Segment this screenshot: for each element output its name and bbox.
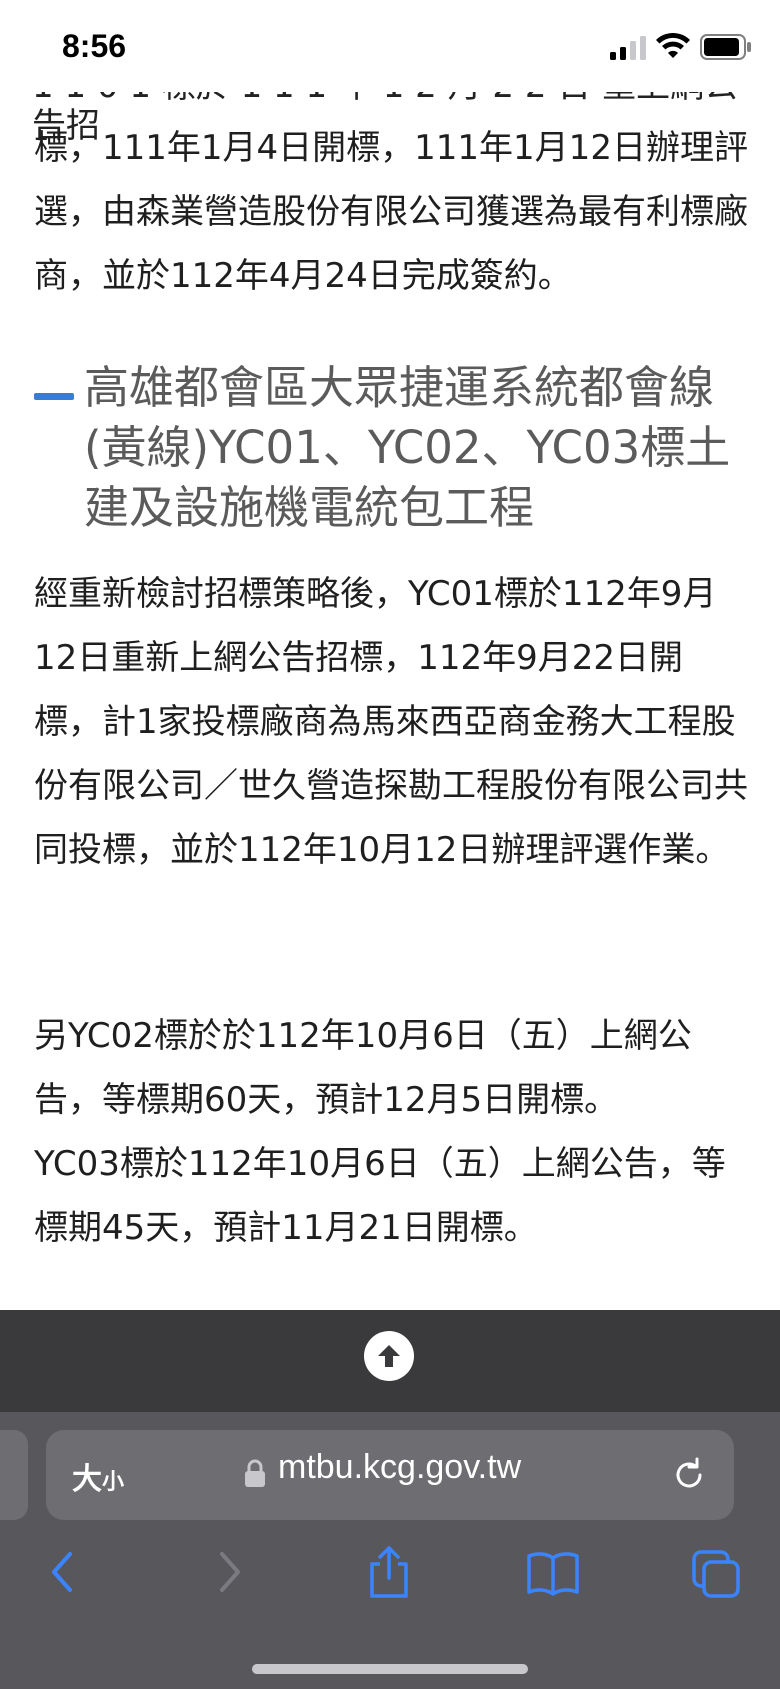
section-title: 高雄都會區大眾捷運系統都會線(黃線)YC01、YC02、YC03標土建及設施機電…	[84, 361, 731, 534]
paragraph-award: 標，111年1月4日開標，111年1月12日辦理評選，由森業營造股份有限公司獲選…	[34, 128, 748, 296]
reload-icon[interactable]	[670, 1456, 708, 1494]
tabs-icon[interactable]	[690, 1544, 742, 1600]
text-size-small: 小	[102, 1469, 125, 1494]
text-size-big: 大	[72, 1463, 102, 1496]
chevron-left-icon[interactable]	[44, 1544, 80, 1600]
battery-icon	[700, 34, 751, 60]
share-icon[interactable]	[366, 1544, 412, 1600]
previous-tab-preview[interactable]	[0, 1430, 28, 1520]
arrow-up-circle-icon[interactable]	[364, 1331, 414, 1381]
home-indicator[interactable]	[252, 1664, 528, 1674]
article-content: 1 1 0 1 標於 1 1 1 年 1 2 月 2 2 日 重上網公告招 標，…	[0, 0, 780, 1310]
lock-icon	[245, 1459, 265, 1487]
status-bar: 8:56	[0, 0, 780, 92]
book-icon[interactable]	[526, 1544, 580, 1600]
url-text[interactable]: mtbu.kcg.gov.tw	[278, 1448, 521, 1487]
paragraph-yc02: 另YC02標於於112年10月6日（五）上網公告，等標期60天，預計12月5日開…	[34, 1016, 692, 1120]
chevron-right-icon[interactable]	[212, 1544, 248, 1600]
page-settings-button[interactable]: 大小	[72, 1454, 124, 1498]
cellular-signal-icon	[610, 36, 646, 60]
paragraph-yc01: 經重新檢討招標策略後，YC01標於112年9月12日重新上網公告招標，112年9…	[34, 574, 748, 870]
paragraph-yc02-yc03: 另YC02標於於112年10月6日（五）上網公告，等標期60天，預計12月5日開…	[34, 1004, 750, 1260]
section-accent-bar	[34, 393, 74, 400]
paragraph-yc03: YC03標於112年10月6日（五）上網公告，等標期45天，預計11月21日開標…	[34, 1144, 726, 1248]
wifi-icon	[656, 32, 690, 58]
status-time: 8:56	[62, 28, 127, 64]
